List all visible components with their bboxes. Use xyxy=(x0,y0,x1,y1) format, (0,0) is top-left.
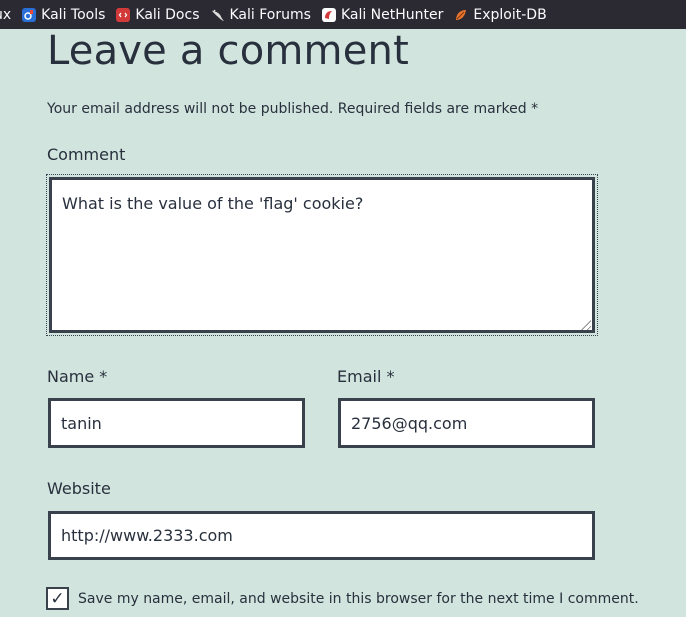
name-input[interactable] xyxy=(48,398,305,448)
email-label: Email * xyxy=(337,367,395,386)
bookmark-label: Kali NetHunter xyxy=(340,6,444,23)
comment-focus-ring: What is the value of the 'flag' cookie? xyxy=(46,174,598,336)
comment-label: Comment xyxy=(47,145,126,164)
comment-textarea[interactable]: What is the value of the 'flag' cookie? xyxy=(49,177,595,333)
required-fields-notice: Your email address will not be published… xyxy=(47,101,539,117)
bookmark-partial[interactable]: ux xyxy=(0,7,11,23)
kali-docs-icon xyxy=(116,7,131,22)
kali-forums-icon xyxy=(211,8,225,22)
exploit-db-icon xyxy=(454,8,468,22)
website-input[interactable] xyxy=(48,511,595,560)
bookmark-exploit-db[interactable]: Exploit-DB xyxy=(454,6,547,23)
bookmark-kali-nethunter[interactable]: Kali NetHunter xyxy=(321,6,444,23)
bookmark-label: Kali Forums xyxy=(229,6,311,23)
name-label: Name * xyxy=(47,367,108,386)
kali-nethunter-icon xyxy=(321,7,336,22)
bookmark-label: ux xyxy=(0,6,12,23)
email-input[interactable] xyxy=(338,398,595,448)
bookmark-label: Kali Docs xyxy=(135,6,200,23)
website-label: Website xyxy=(47,479,111,498)
bookmark-kali-forums[interactable]: Kali Forums xyxy=(211,7,311,23)
bookmark-kali-tools[interactable]: Kali Tools xyxy=(22,7,105,23)
checkmark-icon: ✓ xyxy=(50,588,65,609)
bookmark-kali-docs[interactable]: Kali Docs xyxy=(116,6,200,23)
comment-section-title: Leave a comment xyxy=(47,28,409,74)
save-info-label: Save my name, email, and website in this… xyxy=(78,591,639,607)
bookmarks-toolbar: ux Kali Tools Kali Docs Kali Forums Kali… xyxy=(0,0,686,29)
kali-tools-icon xyxy=(22,7,37,22)
save-info-checkbox[interactable]: ✓ xyxy=(46,587,69,610)
bookmark-label: Kali Tools xyxy=(41,6,106,23)
bookmark-label: Exploit-DB xyxy=(473,6,547,23)
